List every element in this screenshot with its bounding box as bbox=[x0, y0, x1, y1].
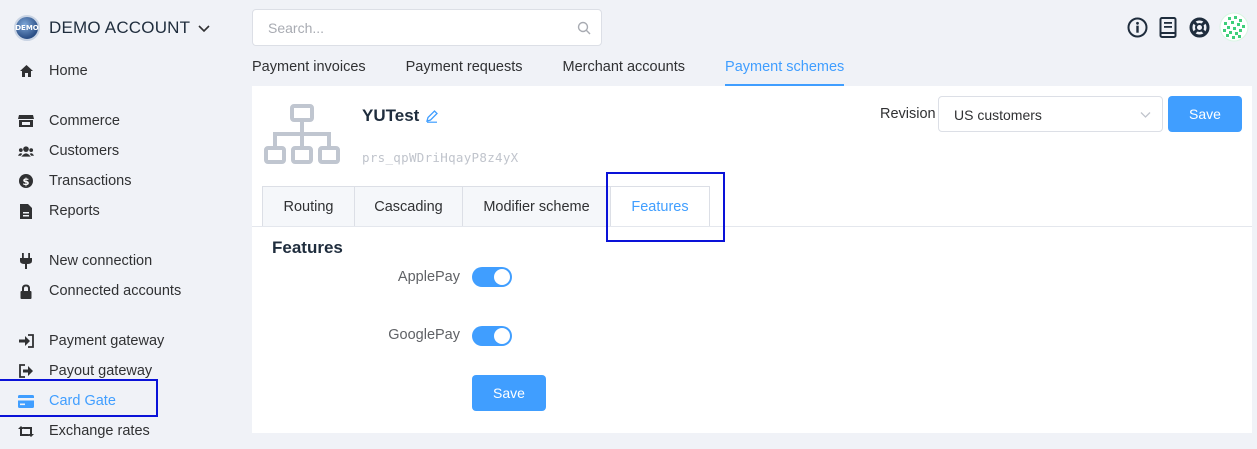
scheme-title: YUTest bbox=[362, 106, 439, 126]
revision-label: Revision bbox=[880, 106, 936, 122]
plug-icon bbox=[18, 253, 34, 269]
sidebar-item-card-gate[interactable]: Card Gate bbox=[18, 390, 116, 412]
applepay-label: ApplePay bbox=[397, 269, 460, 285]
file-icon bbox=[18, 203, 34, 219]
sidebar-item-label: Home bbox=[49, 63, 88, 79]
book-icon[interactable] bbox=[1157, 16, 1179, 38]
sidebar-item-payment-gateway[interactable]: Payment gateway bbox=[18, 330, 164, 352]
save-features-button[interactable]: Save bbox=[472, 375, 546, 411]
sidebar-item-label: Payout gateway bbox=[49, 363, 153, 379]
sidebar-item-label: Connected accounts bbox=[49, 283, 182, 299]
credit-card-icon bbox=[18, 393, 34, 409]
chevron-down-icon bbox=[1140, 112, 1151, 118]
scheme-id: prs_qpWDriHqayP8z4yX bbox=[362, 150, 519, 165]
sign-out-icon bbox=[18, 363, 34, 379]
account-switcher[interactable]: DEMO DEMO ACCOUNT bbox=[14, 14, 211, 42]
revision-select[interactable]: US customers bbox=[938, 96, 1163, 132]
account-logo-text: DEMO bbox=[15, 24, 39, 32]
sidebar-item-label: Payment gateway bbox=[49, 333, 165, 349]
user-avatar-icon[interactable] bbox=[1219, 12, 1249, 42]
scheme-name: YUTest bbox=[362, 106, 420, 125]
toggle-knob bbox=[494, 269, 510, 285]
sidebar-item-commerce[interactable]: Commerce bbox=[18, 110, 120, 132]
sidebar-item-transactions[interactable]: $ Transactions bbox=[18, 170, 131, 192]
scheme-sub-tabs: Routing Cascading Modifier scheme Featur… bbox=[262, 186, 710, 227]
sidebar-item-payout-gateway[interactable]: Payout gateway bbox=[18, 360, 152, 382]
dollar-icon: $ bbox=[18, 173, 34, 189]
sidebar-item-label: Transactions bbox=[49, 173, 132, 189]
svg-text:$: $ bbox=[23, 177, 30, 188]
features-title: Features bbox=[272, 238, 343, 257]
revision-selected-value: US customers bbox=[954, 107, 1042, 123]
sidebar-item-home[interactable]: Home bbox=[18, 60, 88, 82]
sidebar-item-exchange-rates[interactable]: Exchange rates bbox=[18, 420, 150, 442]
retweet-icon bbox=[18, 423, 34, 439]
account-name: DEMO ACCOUNT bbox=[49, 18, 191, 37]
googlepay-label: GooglePay bbox=[388, 327, 460, 343]
sign-in-icon bbox=[18, 333, 34, 349]
main-tabs: Payment invoices Payment requests Mercha… bbox=[252, 56, 884, 86]
tab-modifier-scheme[interactable]: Modifier scheme bbox=[462, 186, 610, 227]
sidebar-item-reports[interactable]: Reports bbox=[18, 200, 100, 222]
tab-payment-schemes[interactable]: Payment schemes bbox=[725, 56, 845, 86]
tab-cascading[interactable]: Cascading bbox=[354, 186, 462, 227]
sidebar-item-label: Customers bbox=[49, 143, 120, 159]
sidebar-item-connected-accounts[interactable]: Connected accounts bbox=[18, 280, 181, 302]
life-ring-icon[interactable] bbox=[1188, 16, 1210, 38]
tab-routing[interactable]: Routing bbox=[262, 186, 354, 227]
save-revision-button[interactable]: Save bbox=[1168, 96, 1242, 132]
sidebar-item-label: Commerce bbox=[49, 113, 120, 129]
tab-features[interactable]: Features bbox=[610, 186, 710, 227]
lock-icon bbox=[18, 283, 34, 299]
store-icon bbox=[18, 113, 34, 129]
sidebar: DEMO DEMO ACCOUNT Home Commerce Customer… bbox=[0, 0, 240, 449]
tabs-divider bbox=[252, 226, 1252, 227]
scheme-panel: YUTest prs_qpWDriHqayP8z4yX Revision US … bbox=[252, 86, 1252, 433]
search-input[interactable] bbox=[253, 10, 553, 45]
tab-merchant-accounts[interactable]: Merchant accounts bbox=[563, 56, 686, 86]
sidebar-item-label: Card Gate bbox=[49, 393, 116, 409]
header-actions bbox=[1126, 12, 1249, 42]
account-logo: DEMO bbox=[14, 15, 40, 41]
applepay-toggle[interactable] bbox=[472, 267, 512, 287]
sitemap-icon bbox=[264, 104, 340, 164]
tab-payment-requests[interactable]: Payment requests bbox=[406, 56, 523, 86]
search-icon[interactable] bbox=[577, 21, 591, 35]
search-box bbox=[252, 9, 602, 46]
sidebar-item-new-connection[interactable]: New connection bbox=[18, 250, 152, 272]
googlepay-toggle[interactable] bbox=[472, 326, 512, 346]
sidebar-item-label: Exchange rates bbox=[49, 423, 150, 439]
sidebar-item-label: New connection bbox=[49, 253, 153, 269]
edit-icon[interactable] bbox=[425, 109, 439, 123]
chevron-down-icon bbox=[198, 25, 210, 33]
info-icon[interactable] bbox=[1126, 16, 1148, 38]
tab-payment-invoices[interactable]: Payment invoices bbox=[252, 56, 366, 86]
toggle-knob bbox=[494, 328, 510, 344]
home-icon bbox=[18, 63, 34, 79]
sidebar-item-label: Reports bbox=[49, 203, 100, 219]
users-icon bbox=[18, 143, 34, 159]
sidebar-item-customers[interactable]: Customers bbox=[18, 140, 119, 162]
